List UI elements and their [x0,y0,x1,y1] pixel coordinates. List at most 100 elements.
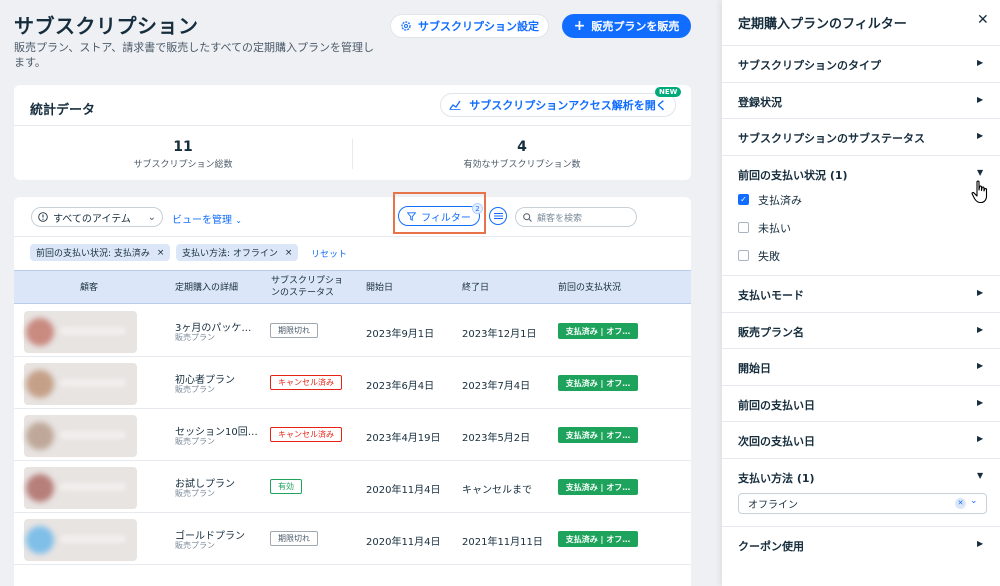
checkbox-paid[interactable]: ✓ [738,194,749,205]
chevron-right-icon: ▶ [977,398,984,407]
filter-section-last-payment-status[interactable]: 前回の支払い状況 (1) ▼ [722,156,1000,192]
chevron-right-icon: ▶ [977,95,984,104]
table-row[interactable]: 初心者プラン 販売プラン キャンセル済み 2023年6月4日 2023年7月4日… [14,357,691,409]
filter-chip-payment-method[interactable]: 支払い方法: オフライン × [176,244,299,261]
filter-section-coupon[interactable]: クーポン使用 ▶ [722,527,1000,563]
filter-section-next-payment-date[interactable]: 次回の支払い日 ▶ [722,422,1000,458]
customer-avatar-blurred [24,311,137,353]
end-date: 2023年5月2日 [462,433,531,444]
filter-section-label: 次回の支払い日 [738,435,815,448]
end-date: 2021年11月11日 [462,537,543,548]
manage-views-link[interactable]: ビューを管理 ⌄ [172,211,242,226]
customer-search-input[interactable]: 顧客を検索 [515,207,637,227]
filter-section-last-payment-date[interactable]: 前回の支払い日 ▶ [722,386,1000,422]
avatar [26,474,54,502]
chevron-right-icon: ▶ [977,58,984,67]
checkbox-label: 未払い [758,222,791,235]
column-settings-button[interactable] [489,207,507,225]
close-icon[interactable]: × [157,248,165,258]
plan-type: 販売プラン [175,489,215,498]
table-row[interactable]: ゴールドプラン 販売プラン 期限切れ 2020年11月4日 2021年11月11… [14,513,691,565]
chevron-right-icon: ▶ [977,361,984,370]
total-subscriptions-stat: 11 サブスクリプション総数 [14,139,352,170]
new-badge: NEW [655,87,682,97]
chevron-down-icon: ⌄ [147,211,156,223]
filter-section-label: 販売プラン名 [738,326,804,339]
column-header-status-line1: サブスクリプショ [271,276,344,286]
close-icon[interactable]: ✕ [977,12,989,28]
column-header-last-payment[interactable]: 前回の支払状況 [558,282,621,294]
avatar [26,526,54,554]
column-header-customer[interactable]: 顧客 [80,282,98,294]
filter-chip-label: 支払い方法: オフライン [182,249,278,259]
manage-views-label: ビューを管理 [172,215,232,226]
start-date: 2023年6月4日 [366,381,435,392]
start-date: 2020年11月4日 [366,485,441,496]
column-header-plan[interactable]: 定期購入の詳細 [175,282,238,294]
chevron-down-icon: ▼ [977,471,984,480]
main-content: サブスクリプション 販売プラン、ストア、請求書で販売したすべての定期購入プランを… [0,0,722,586]
filter-section-label: サブスクリプションのサブステータス [738,132,925,145]
filter-button[interactable]: フィルター [398,206,480,226]
filter-section-label: 登録状況 [738,96,782,109]
table-row[interactable]: セッション10回… 販売プラン キャンセル済み 2023年4月19日 2023年… [14,409,691,461]
search-placeholder: 顧客を検索 [537,213,583,224]
settings-lines-icon [493,213,503,219]
customer-name-blurred [60,483,126,491]
filter-section-start-date[interactable]: 開始日 ▶ [722,349,1000,385]
filter-count-badge: 2 [472,203,483,214]
close-icon[interactable]: × [285,248,293,258]
avatar [26,370,54,398]
status-badge: キャンセル済み [270,427,342,442]
reset-filters-link[interactable]: リセット [311,247,347,260]
plan-type: 販売プラン [175,333,215,342]
filter-icon [407,211,417,221]
filter-button-label: フィルター [421,212,471,224]
chevron-right-icon: ▶ [977,434,984,443]
table-row[interactable]: 3ヶ月のパッケ… 販売プラン 期限切れ 2023年9月1日 2023年12月1日… [14,305,691,357]
column-header-end[interactable]: 終了日 [462,282,489,294]
payment-method-select[interactable]: オフライン [738,493,987,514]
open-analytics-button[interactable]: サブスクリプションアクセス解析を開く [440,93,676,117]
total-subscriptions-value: 11 [173,139,193,155]
filter-section-plan-name[interactable]: 販売プラン名 ▶ [722,313,1000,349]
sell-plan-button[interactable]: + 販売プランを販売 [562,14,691,38]
filter-section-substatus[interactable]: サブスクリプションのサブステータス ▶ [722,119,1000,155]
payment-method-value: オフライン [748,500,798,511]
filter-section-payment-method[interactable]: 支払い方法 (1) ▼ [722,459,1000,495]
column-header-status-line2: ンのステータス [271,288,335,298]
status-badge: 期限切れ [270,323,318,338]
hand-cursor-icon [971,180,988,204]
filter-panel-title: 定期購入プランのフィルター [738,17,907,32]
table-row[interactable]: お試しプラン 販売プラン 有効 2020年11月4日 キャンセルまで 支払済み … [14,461,691,513]
filter-chip-last-payment[interactable]: 前回の支払い状況: 支払済み × [30,244,171,261]
chevron-right-icon: ▶ [977,131,984,140]
filter-section-label: クーポン使用 [738,540,804,553]
subscription-settings-button[interactable]: サブスクリプション設定 [390,14,549,38]
filter-section-label: 支払いモード [738,289,804,302]
filter-section-subscription-type[interactable]: サブスクリプションのタイプ ▶ [722,46,1000,82]
checkbox-unpaid[interactable] [738,222,749,233]
total-subscriptions-label: サブスクリプション総数 [133,160,233,170]
payment-status-badge: 支払済み | オフ… [558,427,638,443]
customer-name-blurred [60,327,126,335]
checkbox-failed[interactable] [738,250,749,261]
main-scrollbar[interactable] [709,0,722,586]
payment-status-badge: 支払済み | オフ… [558,479,638,495]
end-date: 2023年12月1日 [462,329,537,340]
chevron-down-icon[interactable]: ⌄ [970,496,978,506]
customer-name-blurred [60,535,126,543]
filter-section-label: 支払い方法 (1) [738,472,815,485]
view-select[interactable]: すべてのアイテム ⌄ [31,207,163,227]
start-date: 2023年9月1日 [366,329,435,340]
customer-avatar-blurred [24,363,137,405]
filter-section-registration-status[interactable]: 登録状況 ▶ [722,83,1000,119]
filter-section-payment-mode[interactable]: 支払いモード ▶ [722,276,1000,312]
end-date: キャンセルまで [462,485,532,496]
subscription-settings-label: サブスクリプション設定 [418,20,539,33]
column-header-start[interactable]: 開始日 [366,282,393,294]
page-title: サブスクリプション [14,14,199,38]
chevron-right-icon: ▶ [977,539,984,548]
column-header-status[interactable]: サブスクリプショ ンのステータス [271,275,343,299]
clear-icon[interactable]: ✕ [955,498,966,509]
